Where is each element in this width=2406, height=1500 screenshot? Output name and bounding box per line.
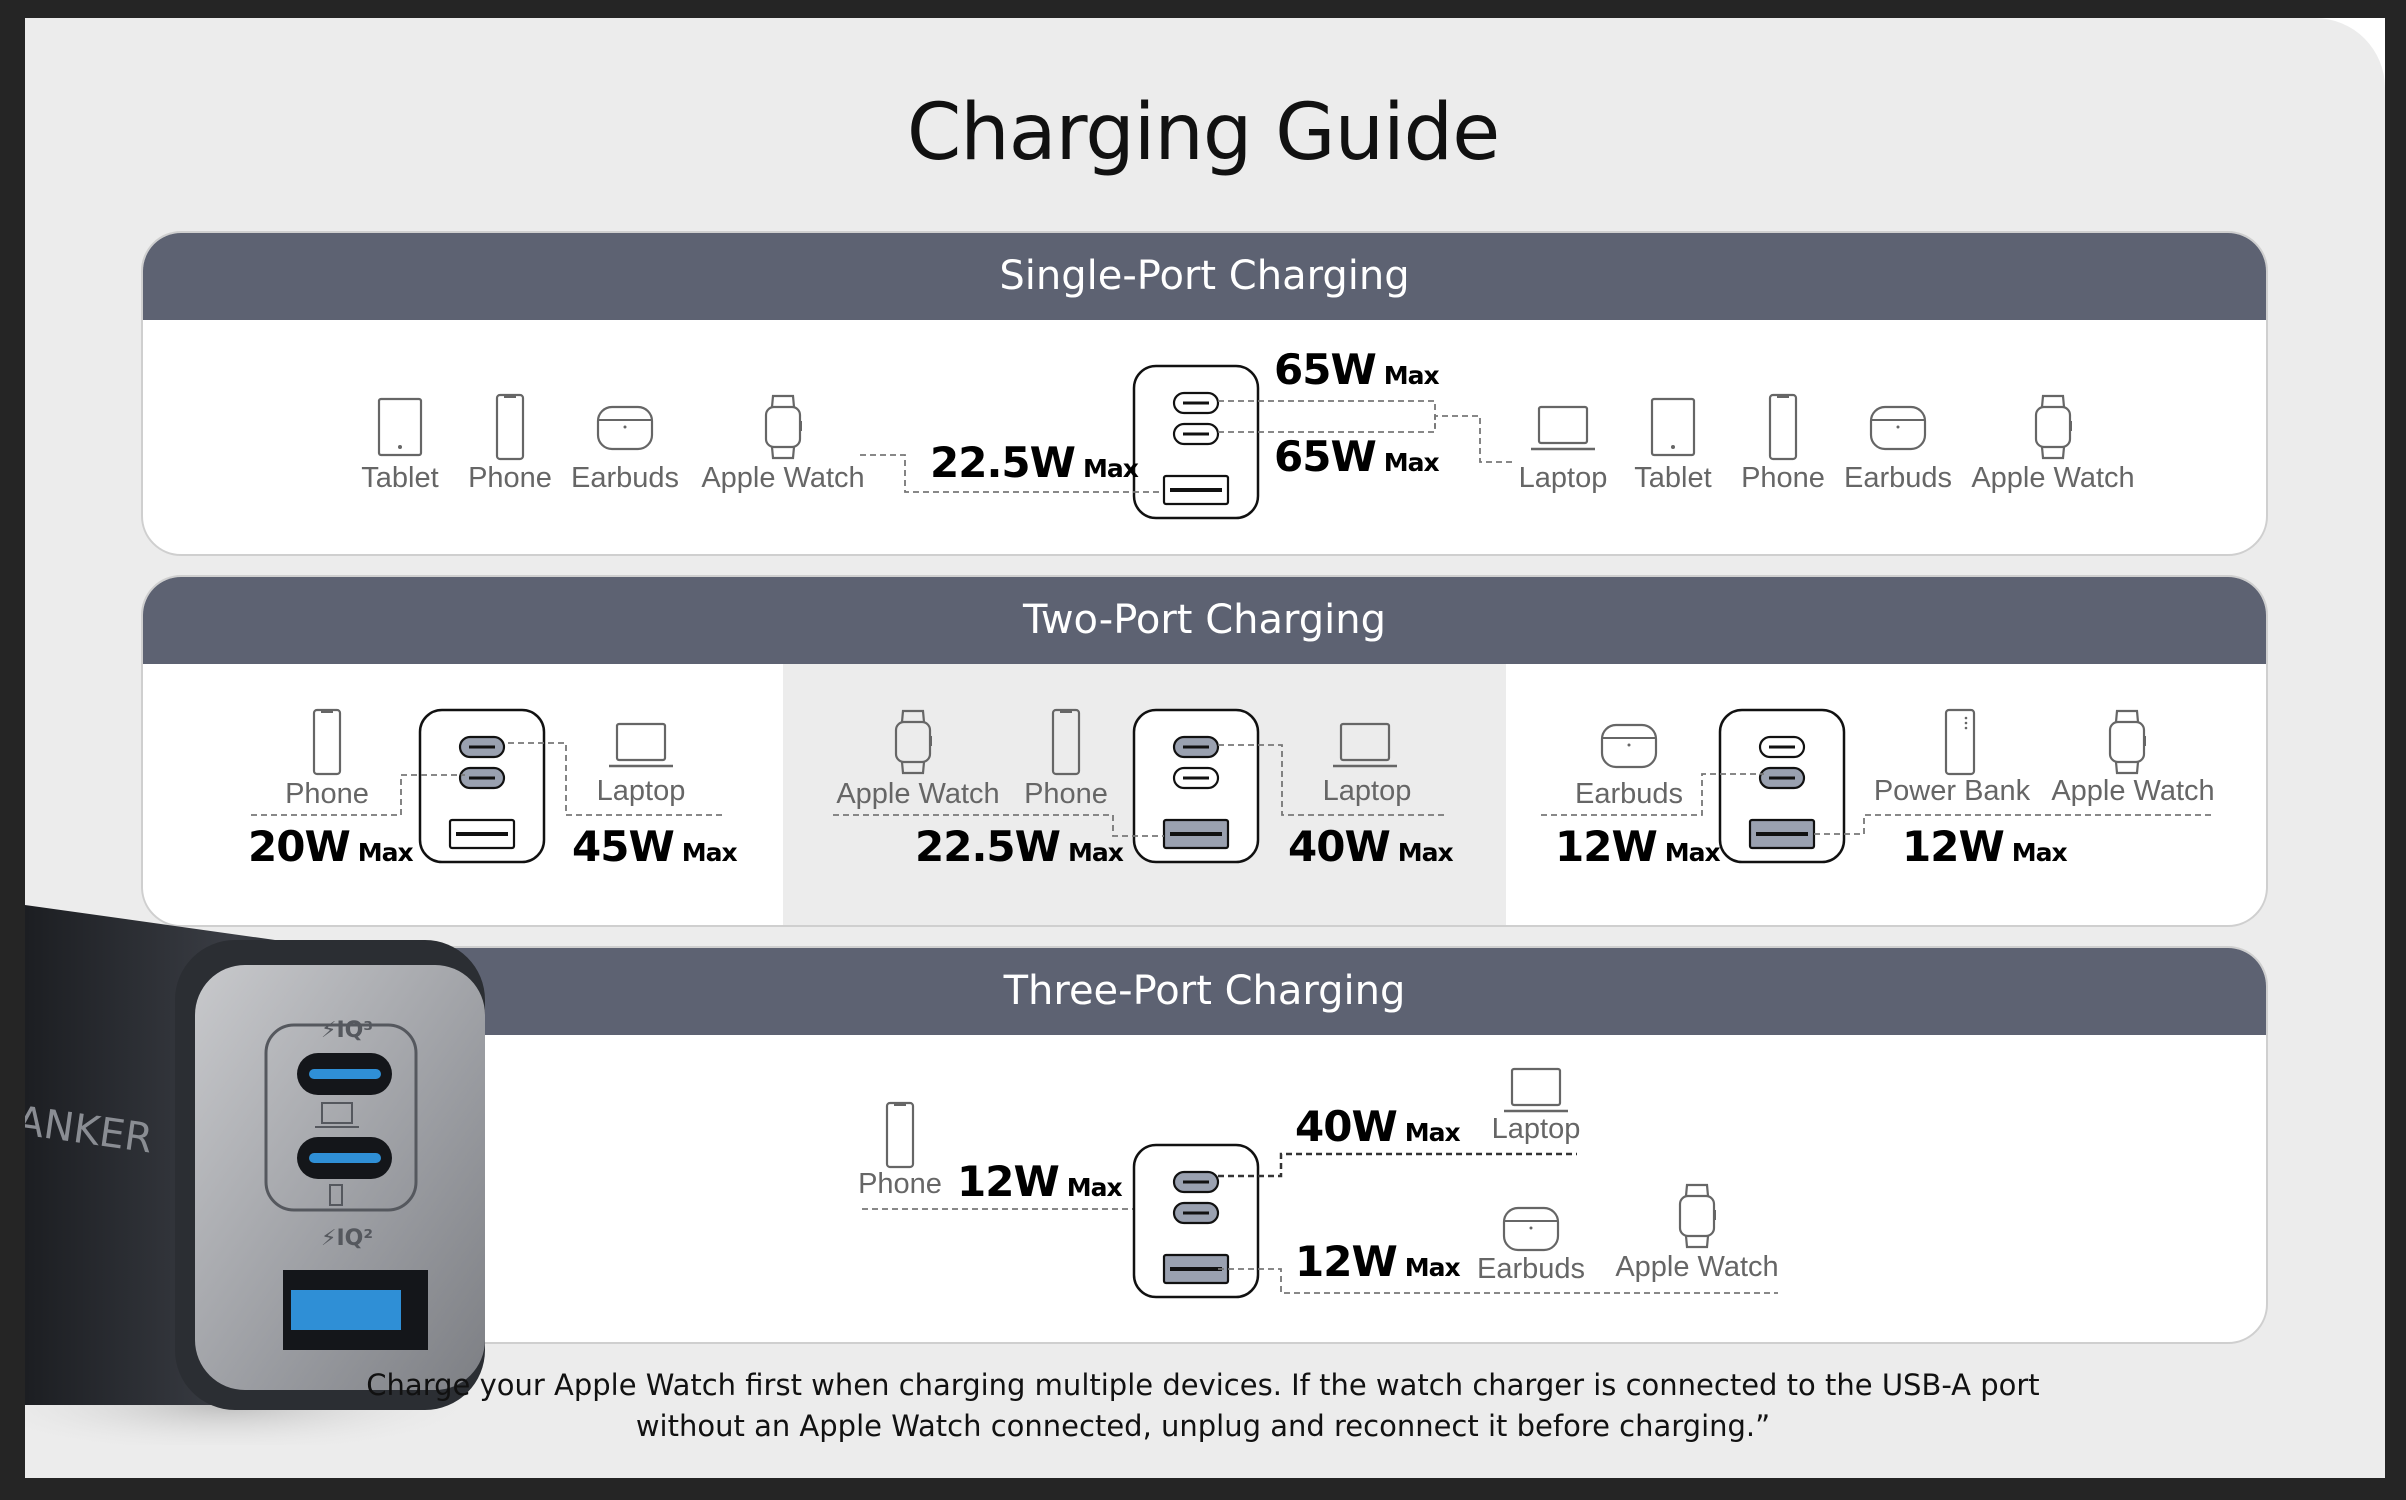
note-line-2: without an Apple Watch connected, unplug… [635,1409,1771,1443]
watt-value: 40W [1295,1102,1398,1151]
watt-value: 45W [572,822,675,871]
device-label-phone: Phone [858,1168,942,1200]
device-label-power-bank: Power Bank [1873,775,2031,807]
device-label-phone: Phone [1741,462,1825,494]
three-laptop-watt: 40W Max [1295,1102,1461,1151]
single-usb-c1-watt: 65W Max [1274,345,1440,394]
single-usb-c2-watt: 65W Max [1274,432,1440,481]
device-label-laptop: Laptop [596,775,686,807]
watt-value: 12W [957,1157,1060,1206]
two-3-right-watt: 12W Max [1902,822,2068,871]
watt-value: 12W [1902,822,2005,871]
apple-watch-note: Charge your Apple Watch first when charg… [0,1365,2406,1447]
watt-unit: Max [1383,361,1440,390]
watt-unit: Max [1066,1173,1123,1202]
two-1-right-watt: 45W Max [572,822,738,871]
device-label-apple-watch: Apple Watch [836,778,1000,810]
two-3-left-watt: 12W Max [1555,822,1721,871]
two-2-left-watt: 22.5W Max [915,822,1124,871]
watt-unit: Max [1664,838,1721,867]
watt-unit: Max [1397,838,1454,867]
two-1-left-watt: 20W Max [248,822,414,871]
device-label-apple-watch: Apple Watch [1615,1251,1779,1283]
device-label-phone: Phone [1024,778,1108,810]
note-line-1: Charge your Apple Watch first when charg… [366,1368,2040,1402]
device-label-phone: Phone [468,462,552,494]
device-label-tablet: Tablet [1634,462,1712,494]
device-label-earbuds: Earbuds [1476,1253,1586,1285]
device-label-tablet: Tablet [361,462,439,494]
watt-value: 40W [1288,822,1391,871]
device-label-laptop: Laptop [1491,1113,1581,1145]
single-port-card: Single-Port Charging [141,231,2268,556]
watt-unit: Max [1383,448,1440,477]
device-label-apple-watch: Apple Watch [701,462,865,494]
two-port-card: Two-Port Charging [141,575,2268,927]
single-usb-a-watt: 22.5W Max [930,438,1139,487]
device-label-apple-watch: Apple Watch [2051,775,2215,807]
device-label-apple-watch: Apple Watch [1971,462,2135,494]
three-usb-a-watt: 12W Max [1295,1237,1461,1286]
watt-value: 20W [248,822,351,871]
watt-value: 22.5W [915,822,1061,871]
watt-unit: Max [1404,1253,1461,1282]
watt-value: 22.5W [930,438,1076,487]
watt-value: 65W [1274,432,1377,481]
watt-value: 12W [1555,822,1658,871]
two-2-right-watt: 40W Max [1288,822,1454,871]
device-label-earbuds: Earbuds [1843,462,1953,494]
single-port-header: Single-Port Charging [143,233,2266,320]
anker-charger-photo: ⚡IQ³ ⚡IQ² ANKER [25,905,485,1445]
iq3-badge: ⚡IQ³ [321,1018,373,1043]
watt-unit: Max [357,838,414,867]
watt-unit: Max [1067,838,1124,867]
watt-unit: Max [681,838,738,867]
watt-unit: Max [2011,838,2068,867]
watt-unit: Max [1082,454,1139,483]
device-label-laptop: Laptop [1518,462,1608,494]
two-port-header: Two-Port Charging [143,577,2266,664]
watt-value: 65W [1274,345,1377,394]
device-label-earbuds: Earbuds [570,462,680,494]
watt-value: 12W [1295,1237,1398,1286]
three-phone-watt: 12W Max [957,1157,1123,1206]
page-title: Charging Guide [906,88,1500,178]
device-label-laptop: Laptop [1322,775,1412,807]
watt-unit: Max [1404,1118,1461,1147]
device-label-phone: Phone [285,778,369,810]
iq2-badge: ⚡IQ² [321,1226,373,1251]
device-label-earbuds: Earbuds [1574,778,1684,810]
